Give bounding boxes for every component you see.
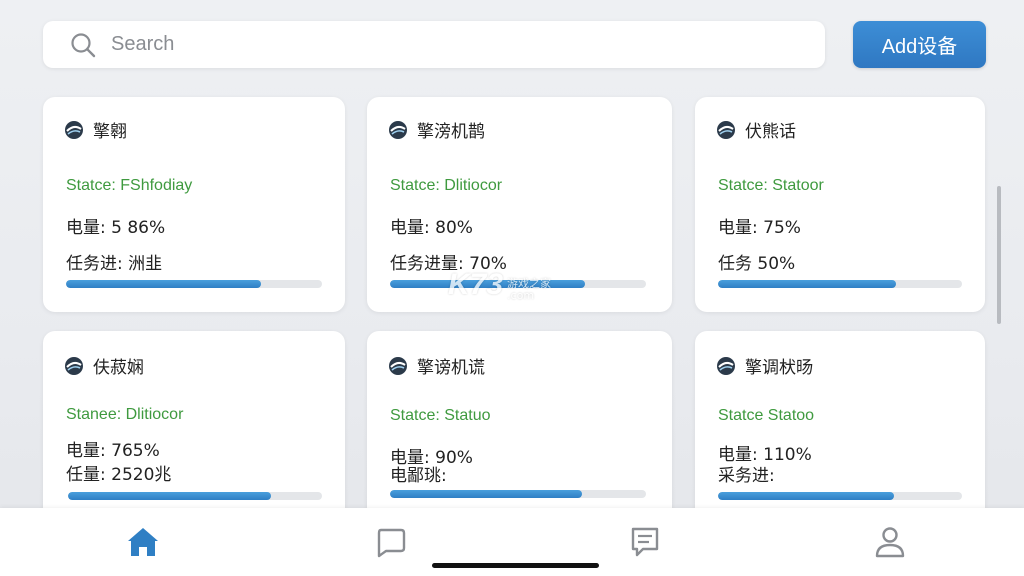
progress-fill <box>718 492 894 500</box>
device-card[interactable]: 伕菽娴 Stanee: Dlitiocor 电量: 765% 任量: 2520兆 <box>43 331 345 531</box>
progress-fill <box>390 490 582 498</box>
progress-bar <box>718 492 962 500</box>
device-card[interactable]: 伏熊话 Statce: Statoor 电量: 75% 任务 50% <box>695 97 985 312</box>
watermark-brand: K73 <box>448 268 504 301</box>
device-status: Statce Statoo <box>718 407 815 424</box>
home-icon <box>128 528 158 556</box>
device-status: Statce: Statoor <box>718 177 824 194</box>
task-progress-label: 任量: 2520兆 <box>66 465 172 485</box>
device-card[interactable]: 擎谤机谎 Statce: Statuo 电量: 90% 电鄙珧: <box>367 331 672 531</box>
device-name: 伏熊话 <box>745 122 796 142</box>
home-indicator <box>432 563 599 568</box>
robot-icon <box>389 356 407 375</box>
nav-chat[interactable] <box>371 522 411 562</box>
search-icon <box>71 32 96 57</box>
nav-profile[interactable] <box>870 522 910 562</box>
watermark-domain: .com <box>507 289 535 302</box>
message-list-icon <box>631 527 659 557</box>
battery-level: 电量: 75% <box>718 218 801 238</box>
task-progress-label: 任务 50% <box>718 254 796 274</box>
robot-icon <box>65 120 83 139</box>
progress-fill <box>68 492 272 500</box>
nav-home[interactable] <box>123 522 163 562</box>
task-progress-label: 采务进: <box>718 466 775 486</box>
battery-level: 电量: 765% <box>66 441 160 461</box>
device-name: 擎翱 <box>93 122 127 142</box>
search-bar[interactable] <box>43 21 825 68</box>
device-card[interactable]: 擎翱 Statce: FShfodiay 电量: 5 86% 任务进: 洲韭 <box>43 97 345 312</box>
nav-messages[interactable] <box>625 522 665 562</box>
progress-fill <box>66 280 261 288</box>
robot-icon <box>717 120 735 139</box>
device-status: Stanee: Dlitiocor <box>66 406 184 423</box>
robot-icon <box>65 356 83 375</box>
device-name: 擎谤机谎 <box>417 358 485 378</box>
device-status: Statce: Statuo <box>390 407 491 424</box>
progress-bar <box>718 280 962 288</box>
device-card[interactable]: 擎调枤旸 Statce Statoo 电量: 110% 采务进: <box>695 331 985 531</box>
battery-level: 电量: 5 86% <box>66 218 166 238</box>
device-status: Statce: Dlitiocor <box>390 177 503 194</box>
task-progress-label: 任务进: 洲韭 <box>66 254 163 274</box>
device-name: 伕菽娴 <box>93 358 144 378</box>
task-progress-label: 电鄙珧: <box>390 466 447 486</box>
watermark: K73 游戏之家 .com <box>448 268 551 302</box>
scrollbar[interactable] <box>997 186 1001 324</box>
progress-bar <box>390 490 646 498</box>
device-name: 擎调枤旸 <box>745 358 813 378</box>
person-icon <box>875 527 905 558</box>
add-device-button[interactable]: Add设备 <box>853 21 986 68</box>
search-input[interactable] <box>109 32 713 57</box>
device-status: Statce: FShfodiay <box>66 177 193 194</box>
watermark-text: 游戏之家 .com <box>507 278 551 302</box>
progress-bar <box>68 492 322 500</box>
progress-bar <box>66 280 322 288</box>
robot-icon <box>389 120 407 139</box>
device-name: 擎滂机鹊 <box>417 122 485 142</box>
chat-bubble-icon <box>377 528 406 558</box>
robot-icon <box>717 356 735 375</box>
battery-level: 电量: 80% <box>390 218 473 238</box>
progress-fill <box>718 280 897 288</box>
